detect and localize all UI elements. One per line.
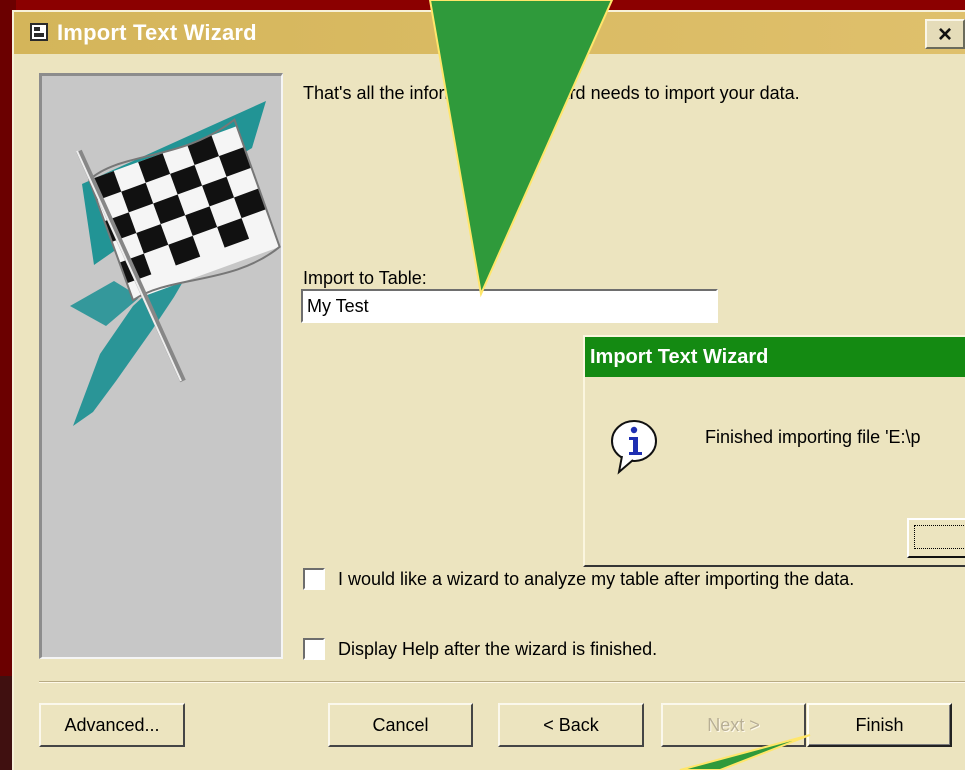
import-to-table-label: Import to Table: — [303, 268, 427, 288]
help-option-row[interactable]: Display Help after the wizard is finishe… — [303, 638, 657, 660]
finish-button[interactable]: Finish — [807, 703, 952, 747]
next-button: Next > — [661, 703, 806, 747]
window-icon — [30, 23, 48, 41]
analyze-option-row[interactable]: I would like a wizard to analyze my tabl… — [303, 568, 854, 590]
import-complete-message-dialog: Import Text Wizard Finished importing fi… — [583, 335, 965, 567]
analyze-table-label: I would like a wizard to analyze my tabl… — [338, 568, 855, 589]
message-title-bar: Import Text Wizard — [585, 337, 965, 377]
analyze-table-checkbox[interactable] — [303, 568, 325, 590]
message-text: Finished importing file 'E:\p — [705, 427, 921, 447]
wizard-title-bar: Import Text Wizard × — [14, 12, 965, 54]
desktop-background: Import Text Wizard × That's all the info… — [0, 0, 965, 770]
ok-button[interactable] — [907, 518, 965, 558]
advanced-button[interactable]: Advanced... — [39, 703, 185, 747]
button-separator — [39, 681, 965, 683]
wizard-illustration-panel — [39, 73, 283, 659]
information-icon — [611, 420, 657, 475]
wizard-intro-text: That's all the information the wizard ne… — [303, 83, 800, 103]
display-help-label: Display Help after the wizard is finishe… — [338, 638, 658, 659]
back-button[interactable]: < Back — [498, 703, 644, 747]
cancel-button[interactable]: Cancel — [328, 703, 473, 747]
close-button[interactable]: × — [925, 19, 965, 49]
display-help-checkbox[interactable] — [303, 638, 325, 660]
checkered-flag-icon — [70, 101, 281, 426]
wizard-title: Import Text Wizard — [57, 20, 257, 45]
import-table-name-input[interactable] — [301, 289, 718, 323]
focus-rectangle — [914, 525, 965, 549]
